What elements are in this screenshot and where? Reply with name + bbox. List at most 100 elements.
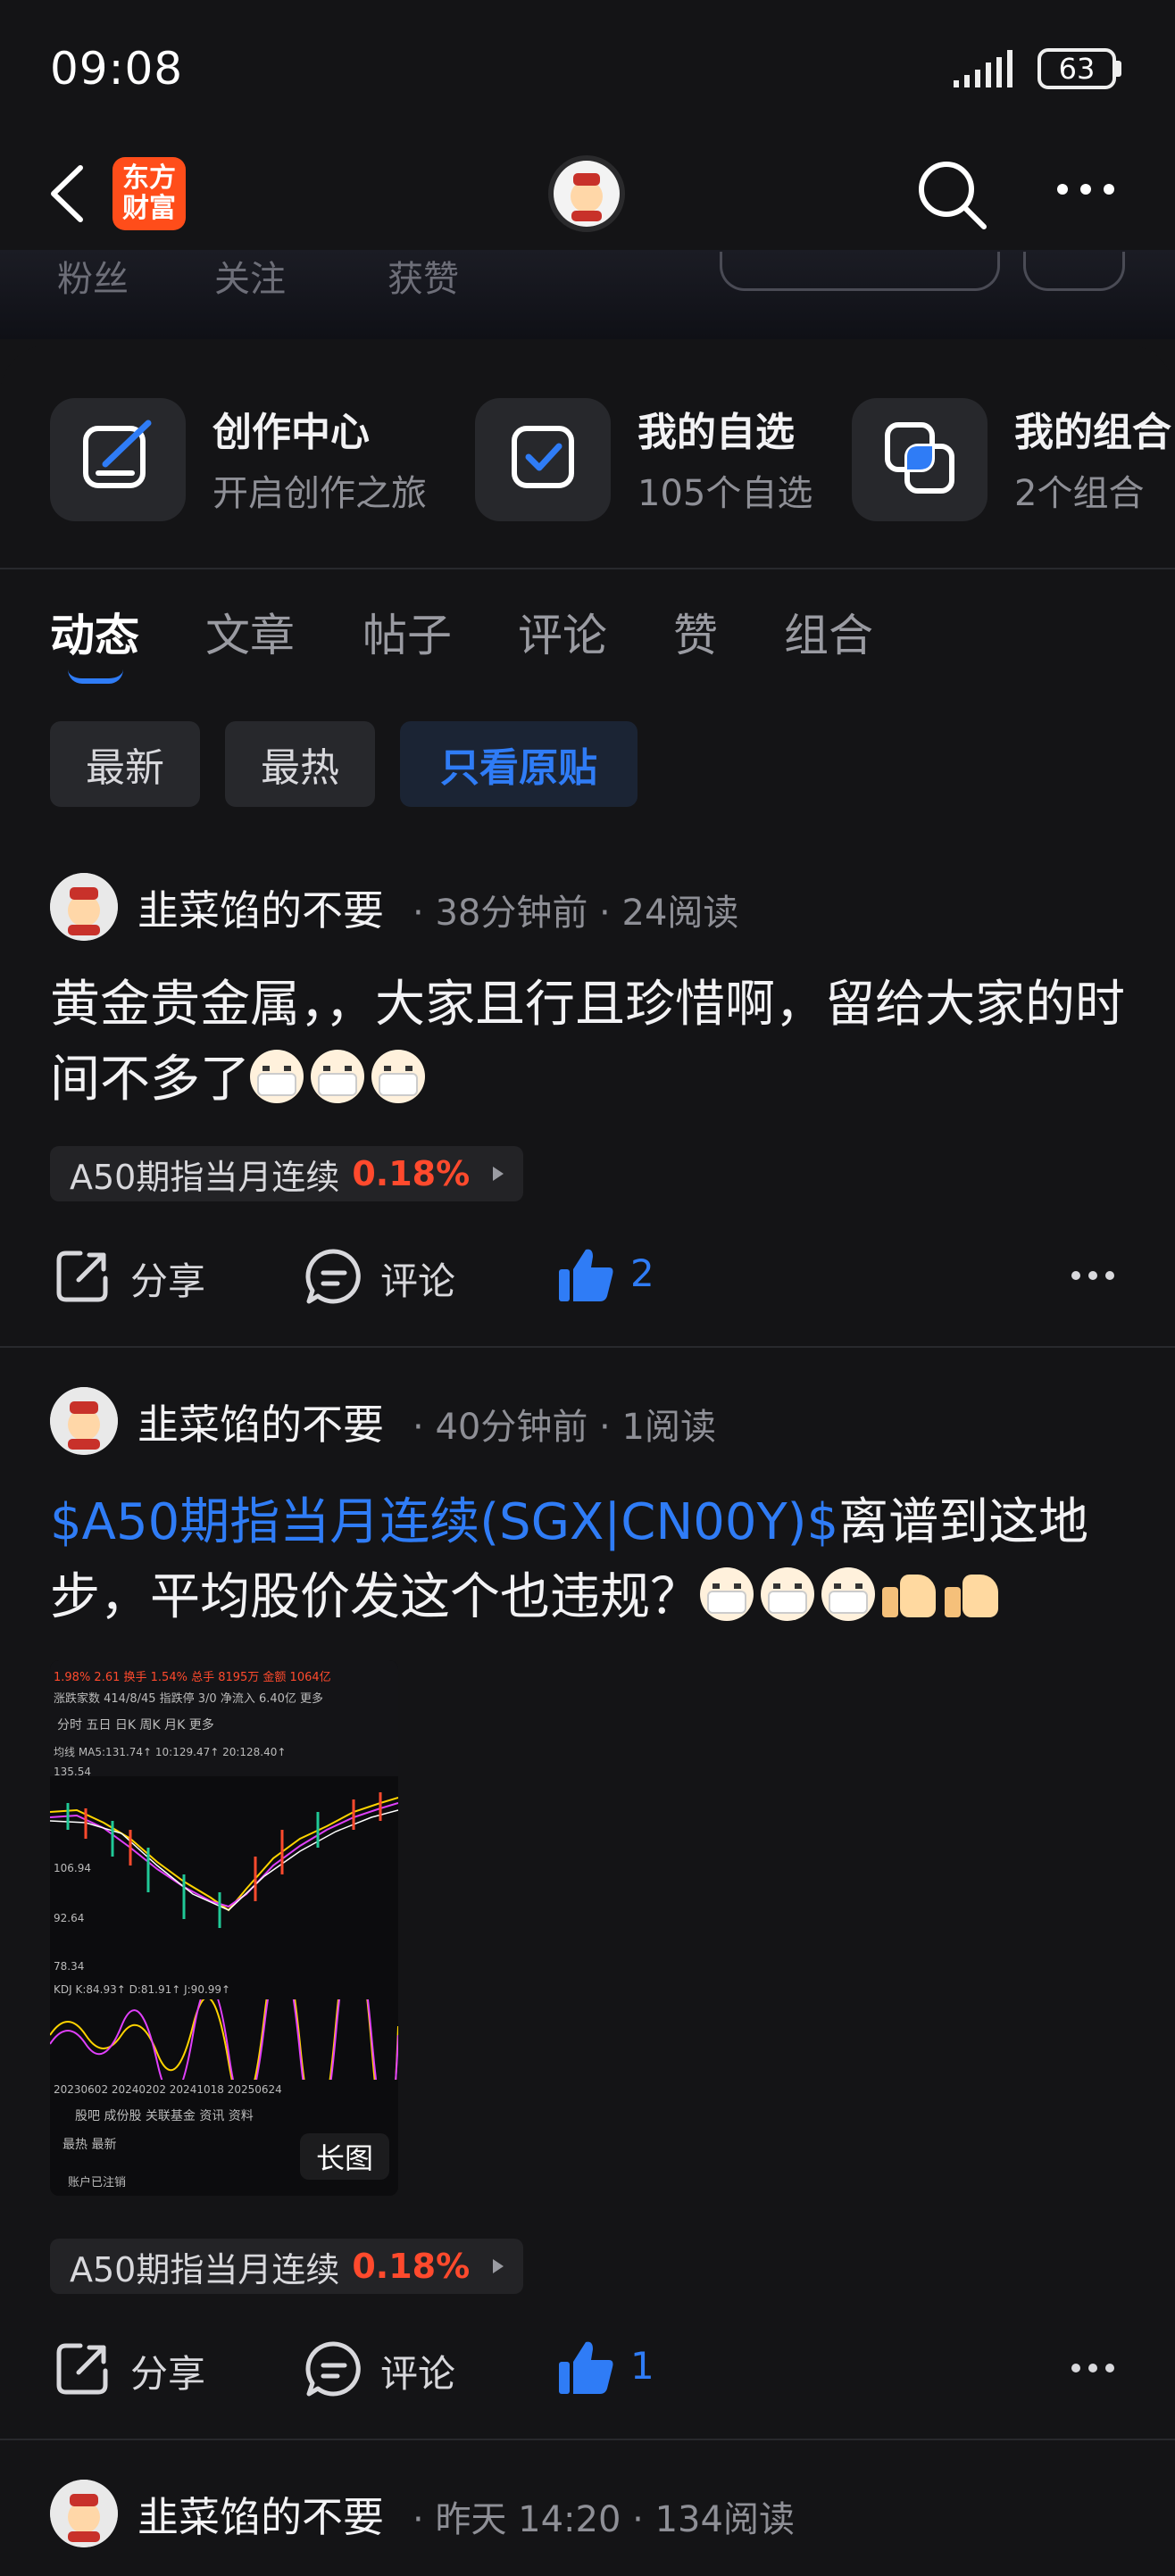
kdj-indicator-graphic xyxy=(50,1999,398,2080)
stat-following: 关注 xyxy=(214,259,286,300)
card-title-creation: 创作中心 xyxy=(212,410,370,455)
tab-likes[interactable]: 赞 xyxy=(673,600,718,664)
post-time: 38分钟前 xyxy=(435,893,588,934)
post-time: 40分钟前 xyxy=(435,1407,588,1448)
share-icon[interactable] xyxy=(54,1248,111,1305)
image-bottom-sort: 最热 最新 xyxy=(62,2138,117,2152)
back-icon[interactable] xyxy=(46,164,86,223)
post-avatar[interactable] xyxy=(50,873,118,941)
share-button[interactable]: 分享 xyxy=(130,2344,205,2398)
brand-line1: 东方 xyxy=(122,162,176,194)
stock-link[interactable]: $A50期指当月连续(SGX|CN00Y)$ xyxy=(50,1493,838,1551)
filter-original-only[interactable]: 只看原贴 xyxy=(400,721,638,807)
candlestick-chart-graphic xyxy=(50,1792,398,1928)
post-image-stock-chart[interactable]: 1.98% 2.61 换手 1.54% 总手 8195万 金额 1064亿 涨跌… xyxy=(50,1660,398,2196)
post-reads: 24阅读 xyxy=(621,893,739,934)
card-sub-portfolio: 2个组合 xyxy=(1014,473,1145,514)
post-reads: 1阅读 xyxy=(621,1407,716,1448)
image-bottom-tabs: 股吧 成份股 关联基金 资讯 资料 xyxy=(75,2109,254,2123)
post-author[interactable]: 韭菜馅的不要 xyxy=(138,2485,384,2544)
comment-button[interactable]: 评论 xyxy=(380,2344,455,2398)
comment-icon[interactable] xyxy=(305,1248,362,1305)
tab-comments[interactable]: 评论 xyxy=(518,600,607,664)
arrow-right-icon xyxy=(493,2259,504,2273)
image-bottom-user: 账户已注销 xyxy=(68,2176,127,2190)
post-avatar[interactable] xyxy=(50,2480,118,2547)
watchlist-button[interactable] xyxy=(475,398,611,521)
post-meta: · 38分钟前 · 24阅读 xyxy=(412,893,739,934)
post-divider xyxy=(0,2439,1175,2440)
caishen-avatar-icon xyxy=(50,1387,118,1455)
post-author[interactable]: 韭菜馅的不要 xyxy=(138,1392,384,1451)
post-time: 昨天 14:20 xyxy=(435,2499,621,2540)
edit-icon xyxy=(83,420,152,488)
battery-tip xyxy=(1116,61,1121,77)
stock-tag-name: A50期指当月连续 xyxy=(70,2249,340,2289)
mask-emoji-icon xyxy=(700,1567,754,1621)
like-count: 2 xyxy=(630,1251,654,1295)
caishen-avatar-icon xyxy=(554,161,620,227)
post-divider xyxy=(0,1346,1175,1348)
post-text: 黄金贵金属，，大家且行且珍惜啊，留给大家的时间不多了 xyxy=(50,976,1125,1109)
mask-emoji-icon xyxy=(821,1567,875,1621)
stock-tag[interactable]: A50期指当月连续 0.18% xyxy=(50,2239,524,2294)
battery-level: 63 xyxy=(1058,52,1096,86)
header-small-pill[interactable] xyxy=(1023,252,1125,291)
mask-emoji-icon xyxy=(250,1050,304,1103)
status-time: 09:08 xyxy=(50,43,184,95)
comment-icon[interactable] xyxy=(305,2340,362,2397)
image-periods: 分时 五日 日K 周K 月K 更多 xyxy=(57,1718,214,1733)
image-row1: 1.98% 2.61 换手 1.54% 总手 8195万 金额 1064亿 xyxy=(54,1671,331,1684)
stock-tag-change: 0.18% xyxy=(352,1154,471,1193)
signal-icon xyxy=(954,50,1012,87)
portfolio-button[interactable] xyxy=(852,398,988,521)
like-count: 1 xyxy=(630,2344,654,2388)
stat-fans: 粉丝 xyxy=(57,259,129,300)
post-reads: 134阅读 xyxy=(654,2499,795,2540)
post-meta: · 40分钟前 · 1阅读 xyxy=(412,1407,716,1448)
image-ma-line: 均线 MA5:131.74↑ 10:129.47↑ 20:128.40↑ xyxy=(54,1746,287,1758)
comment-button[interactable]: 评论 xyxy=(380,1251,455,1306)
card-sub-watchlist: 105个自选 xyxy=(638,473,813,514)
stock-tag-change: 0.18% xyxy=(352,2247,471,2286)
post-content[interactable]: 黄金贵金属，，大家且行且珍惜啊，留给大家的时间不多了 xyxy=(50,968,1130,1118)
post-author[interactable]: 韭菜馅的不要 xyxy=(138,878,384,937)
brand-logo[interactable]: 东方 财富 xyxy=(112,157,186,230)
stat-likes: 获赞 xyxy=(388,259,459,300)
post-content[interactable]: $A50期指当月连续(SGX|CN00Y)$离谱到这地步，平均股价发这个也违规？ xyxy=(50,1485,1130,1635)
brand-line2: 财富 xyxy=(122,193,176,224)
like-icon[interactable] xyxy=(557,2339,616,2397)
post-meta: · 昨天 14:20 · 134阅读 xyxy=(412,2499,795,2540)
caishen-avatar-icon xyxy=(50,2480,118,2547)
tab-activity[interactable]: 动态 xyxy=(50,600,139,664)
more-options-icon[interactable] xyxy=(1070,1269,1116,1282)
checkbox-icon xyxy=(512,426,574,488)
more-icon[interactable] xyxy=(1054,179,1118,200)
more-options-icon[interactable] xyxy=(1070,2362,1116,2374)
share-icon[interactable] xyxy=(54,2340,111,2397)
thumbs-up-emoji-icon xyxy=(945,1569,1000,1619)
profile-avatar[interactable] xyxy=(548,155,625,232)
thumbs-up-emoji-icon xyxy=(882,1569,938,1619)
stock-tag[interactable]: A50期指当月连续 0.18% xyxy=(50,1146,524,1201)
image-row2: 涨跌家数 414/8/45 指跌停 3/0 净流入 6.40亿 更多 xyxy=(54,1692,324,1706)
cards-divider xyxy=(0,568,1175,569)
card-title-portfolio: 我的组合 xyxy=(1014,410,1171,455)
post-avatar[interactable] xyxy=(50,1387,118,1455)
search-icon[interactable] xyxy=(914,157,989,232)
arrow-right-icon xyxy=(493,1167,504,1181)
filter-hot[interactable]: 最热 xyxy=(225,721,375,807)
tab-articles[interactable]: 文章 xyxy=(205,600,295,664)
header-pill-button[interactable] xyxy=(720,252,1000,291)
filter-latest[interactable]: 最新 xyxy=(50,721,200,807)
like-icon[interactable] xyxy=(557,1246,616,1305)
caishen-avatar-icon xyxy=(50,873,118,941)
share-button[interactable]: 分享 xyxy=(130,1251,205,1306)
long-image-badge: 长图 xyxy=(300,2133,389,2180)
battery-indicator: 63 xyxy=(1038,48,1116,89)
stock-tag-name: A50期指当月连续 xyxy=(70,1157,340,1197)
tab-active-indicator xyxy=(68,669,123,684)
tab-portfolio[interactable]: 组合 xyxy=(784,600,873,664)
tab-posts[interactable]: 帖子 xyxy=(362,600,452,664)
creation-center-button[interactable] xyxy=(50,398,186,521)
